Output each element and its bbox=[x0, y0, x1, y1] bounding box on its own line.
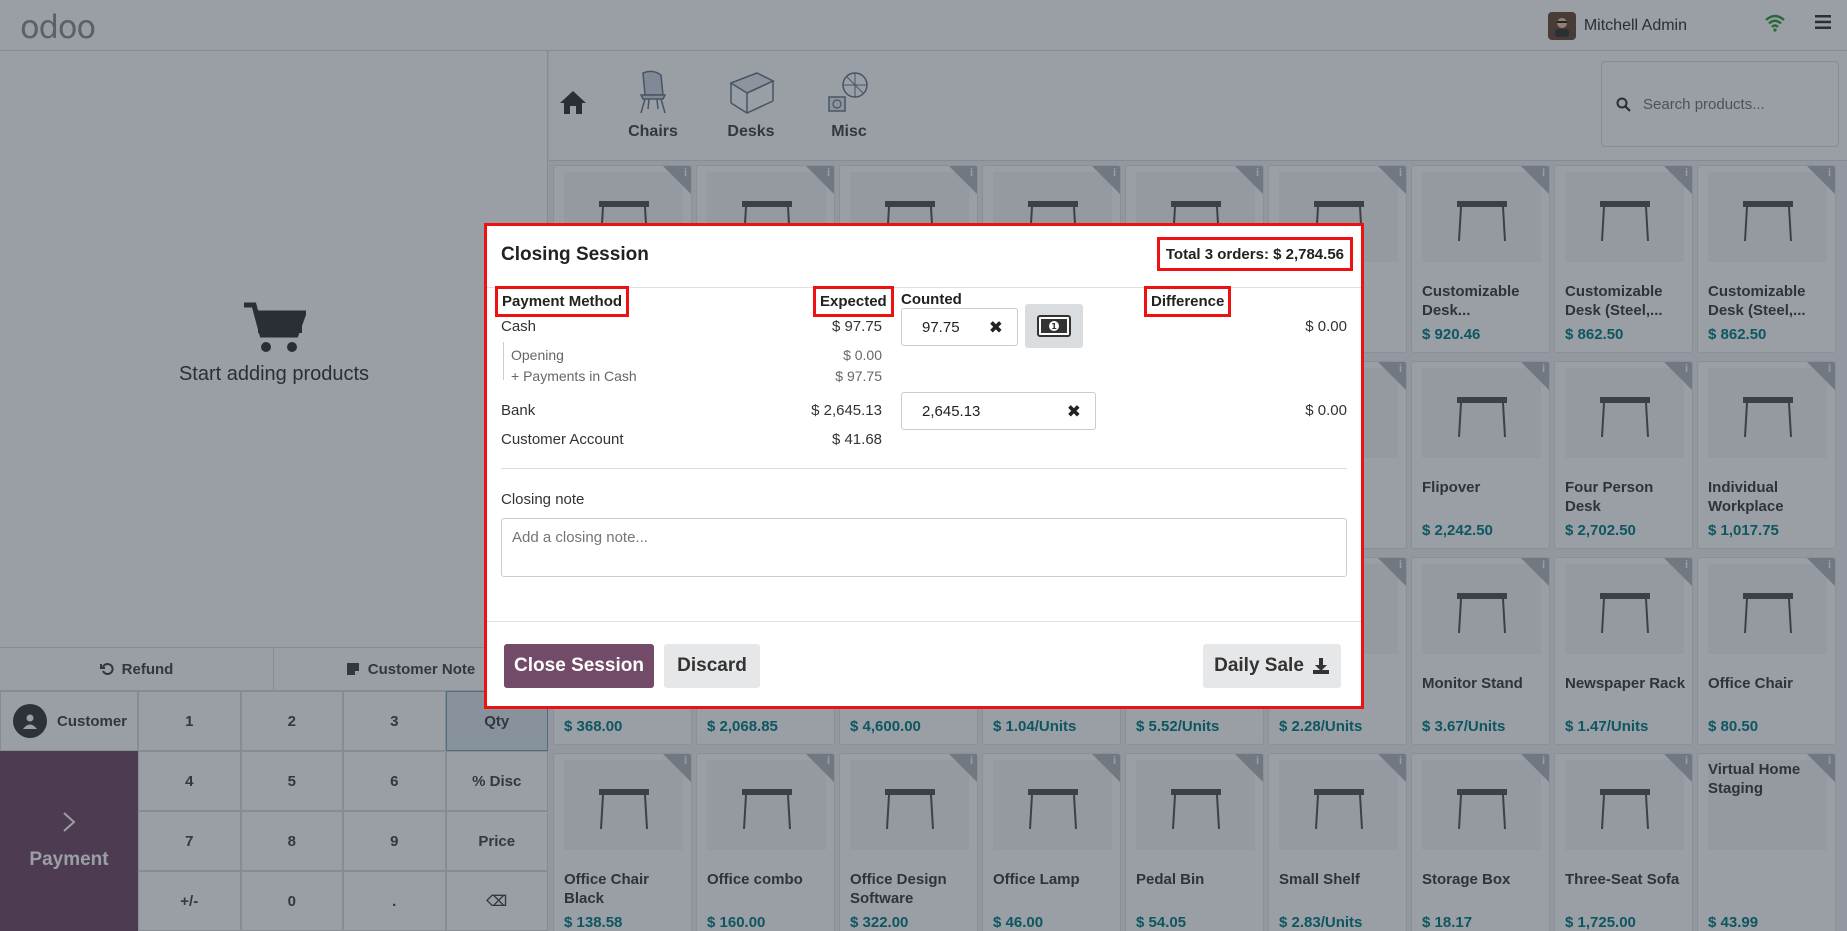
bank-counted-value: 2,645.13 bbox=[922, 402, 981, 420]
dialog-header: Closing Session Total 3 orders: $ 2,784.… bbox=[487, 226, 1361, 288]
close-session-button[interactable]: Close Session bbox=[504, 644, 654, 688]
daily-sale-button[interactable]: Daily Sale bbox=[1203, 644, 1341, 688]
opening-label: Opening bbox=[511, 347, 564, 363]
payments-in-cash-value: $ 97.75 bbox=[835, 368, 882, 384]
opening-value: $ 0.00 bbox=[843, 347, 882, 363]
clear-icon[interactable]: ✖ bbox=[1067, 402, 1081, 422]
header-payment-method: Payment Method bbox=[495, 286, 630, 317]
dialog-footer: Close Session Discard Daily Sale bbox=[487, 621, 1361, 706]
header-difference: Difference bbox=[1144, 286, 1232, 317]
clear-icon[interactable]: ✖ bbox=[989, 318, 1003, 338]
discard-button[interactable]: Discard bbox=[664, 644, 760, 688]
dialog-title: Closing Session bbox=[501, 244, 649, 265]
payments-in-cash-label: + Payments in Cash bbox=[511, 368, 637, 384]
cash-difference: $ 0.00 bbox=[1305, 318, 1347, 335]
orders-total: Total 3 orders: $ 2,784.56 bbox=[1156, 237, 1353, 271]
customer-account-label: Customer Account bbox=[501, 431, 624, 448]
bank-label: Bank bbox=[501, 402, 536, 419]
header-counted: Counted bbox=[901, 291, 962, 308]
download-icon bbox=[1312, 658, 1329, 674]
divider bbox=[501, 468, 1347, 469]
svg-text:1: 1 bbox=[1051, 322, 1057, 331]
bank-counted-input[interactable]: 2,645.13 ✖ bbox=[901, 392, 1096, 430]
bank-expected: $ 2,645.13 bbox=[811, 402, 882, 419]
closing-note-input[interactable] bbox=[501, 518, 1347, 577]
cash-counted-value: 97.75 bbox=[922, 318, 960, 336]
cash-details-button[interactable]: 1 bbox=[1025, 304, 1083, 348]
bank-difference: $ 0.00 bbox=[1305, 402, 1347, 419]
cash-counted-input[interactable]: 97.75 ✖ bbox=[901, 308, 1018, 346]
cash-label: Cash bbox=[501, 318, 537, 335]
closing-note-label: Closing note bbox=[501, 491, 585, 508]
cash-expected: $ 97.75 bbox=[831, 318, 882, 335]
daily-sale-label: Daily Sale bbox=[1214, 655, 1304, 676]
cash-detail-line bbox=[503, 342, 504, 380]
closing-session-dialog: Closing Session Total 3 orders: $ 2,784.… bbox=[484, 223, 1364, 709]
header-expected: Expected bbox=[813, 286, 894, 317]
customer-account-expected: $ 41.68 bbox=[831, 431, 882, 448]
money-bill-icon: 1 bbox=[1037, 315, 1071, 337]
